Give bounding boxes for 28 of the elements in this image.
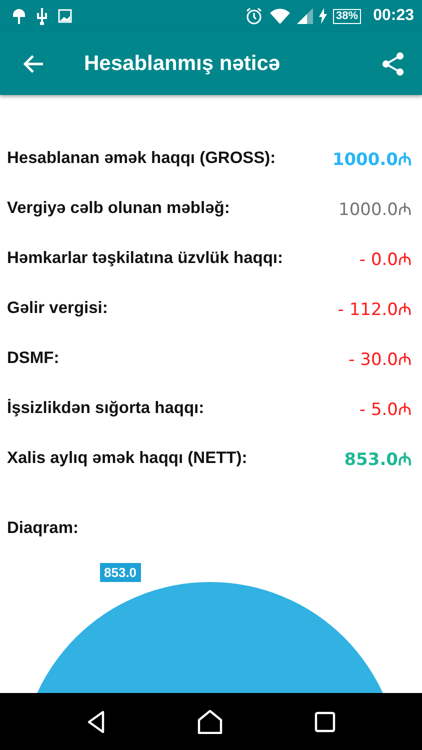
result-value: - 5.0₼	[359, 398, 412, 420]
diagram-title: Diaqram:	[7, 519, 80, 538]
signal-icon	[297, 8, 314, 24]
result-label: İşsizlikdən sığorta haqqı:	[7, 398, 204, 418]
screen-title: Hesablanmış nəticə	[84, 52, 280, 76]
wifi-icon	[269, 7, 292, 25]
battery-indicator: 38%	[333, 8, 362, 24]
result-value: 1000.0₼	[332, 148, 412, 170]
result-label: Gəlir vergisi:	[7, 298, 108, 318]
result-label: Xalis aylıq əmək haqqı (NETT):	[7, 448, 248, 468]
result-label: Hesablanan əmək haqqı (GROSS):	[7, 148, 276, 168]
home-icon[interactable]	[196, 710, 223, 734]
back-nav-icon[interactable]	[86, 710, 106, 734]
result-value: - 30.0₼	[348, 348, 412, 370]
result-label: DSMF:	[7, 348, 60, 368]
status-time: 00:23	[373, 7, 414, 25]
charging-icon	[319, 8, 328, 24]
result-value: 853.0₼	[344, 448, 412, 470]
result-label: Vergiyə cəlb olunan məbləğ:	[7, 198, 230, 218]
result-value: - 0.0₼	[359, 248, 412, 270]
image-icon	[58, 9, 72, 23]
slice-label: 853.0	[100, 563, 141, 582]
result-value: 1000.0₼	[338, 198, 412, 220]
alarm-icon	[245, 7, 264, 25]
usb-icon	[36, 7, 48, 25]
result-value: - 112.0₼	[338, 298, 412, 320]
result-label: Həmkarlar təşkilatına üzvlük haqqı:	[7, 248, 284, 268]
recents-icon[interactable]	[314, 710, 336, 732]
